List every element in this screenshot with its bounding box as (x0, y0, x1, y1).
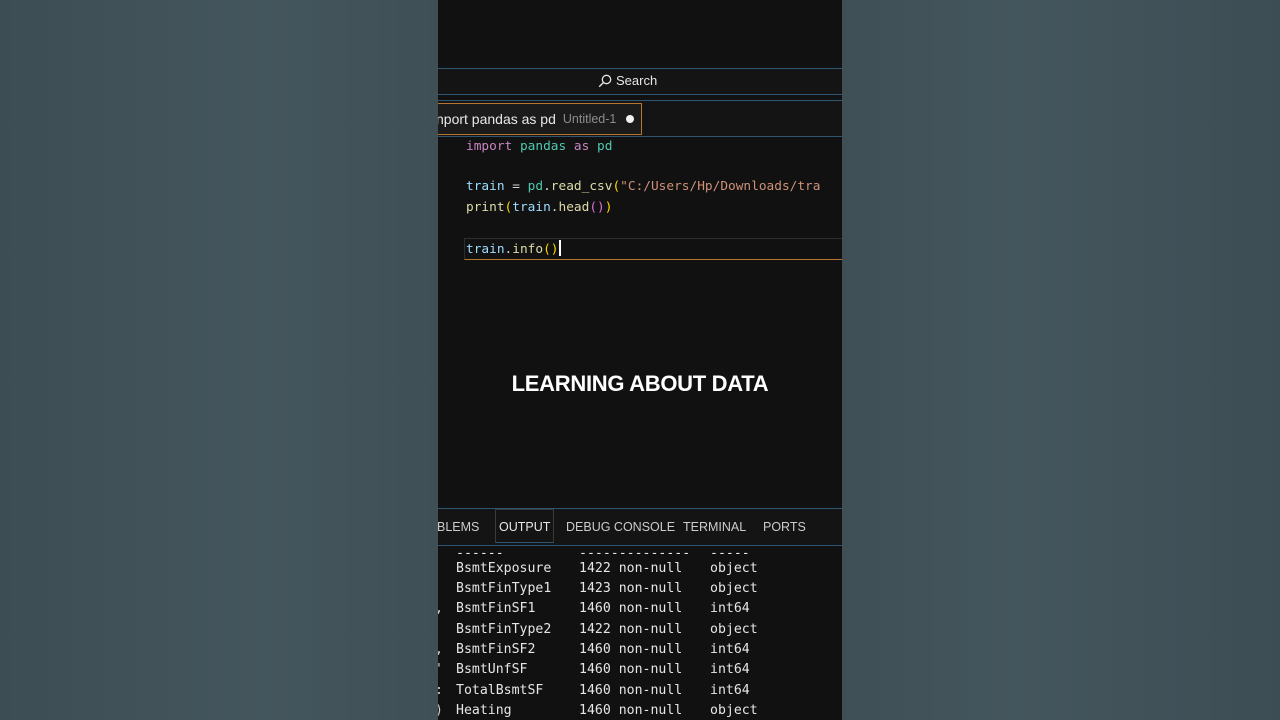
non-null-count: -------------- (579, 546, 691, 561)
dtype: object (710, 561, 758, 576)
tab-subtitle: Untitled-1 (562, 112, 617, 126)
row-index: : (438, 683, 443, 698)
search-icon (598, 74, 612, 88)
column-name: BsmtFinType2 (456, 622, 552, 637)
search-box[interactable]: Search (598, 73, 657, 88)
tab-ports[interactable]: PORTS (763, 520, 806, 534)
dtype: object (710, 581, 758, 596)
tab-output[interactable]: OUTPUT (495, 509, 555, 543)
non-null-count: 1460 non-null (579, 703, 683, 718)
code-line-1: import pandas as pd (466, 139, 613, 154)
non-null-count: 1460 non-null (579, 642, 683, 657)
row-index: ) (438, 703, 443, 718)
column-name: BsmtFinSF2 (456, 642, 536, 657)
text-cursor (558, 240, 561, 256)
dtype: object (710, 622, 758, 637)
non-null-count: 1422 non-null (579, 622, 683, 637)
dtype: object (710, 703, 758, 718)
tab-title: nport pandas as pd (438, 111, 556, 127)
dtype: ----- (710, 546, 750, 561)
output-panel[interactable]: ------ -------------- ----- BsmtExposure 142… (438, 546, 842, 720)
code-editor[interactable]: import pandas as pd train = pd.read_csv(… (438, 138, 842, 508)
non-null-count: 1422 non-null (579, 561, 683, 576)
background-left (0, 0, 438, 720)
background-right (842, 0, 1280, 720)
non-null-count: 1460 non-null (579, 601, 683, 616)
column-name: BsmtFinSF1 (456, 601, 536, 616)
dtype: int64 (710, 642, 750, 657)
video-caption: LEARNING ABOUT DATA (511, 371, 769, 396)
column-name: BsmtFinType1 (456, 581, 552, 596)
column-name: Heating (456, 703, 512, 718)
column-name: ------ (456, 546, 504, 561)
tab-problems[interactable]: BLEMS (438, 520, 479, 534)
tab-debug-console[interactable]: DEBUG CONSOLE (566, 520, 675, 534)
row-index: ' (438, 662, 443, 677)
search-label: Search (616, 73, 658, 88)
panel-tab-bar: BLEMS OUTPUT DEBUG CONSOLE TERMINAL PORT… (438, 508, 842, 546)
tab-terminal[interactable]: TERMINAL (683, 520, 746, 534)
dtype: int64 (710, 601, 750, 616)
column-name: BsmtUnfSF (456, 662, 528, 677)
code-line-3: train = pd.read_csv("C:/Users/Hp/Downloa… (466, 179, 821, 194)
non-null-count: 1423 non-null (579, 581, 683, 596)
dtype: int64 (710, 683, 750, 698)
editor-window: Search nport pandas as pd Untitled-1 imp… (438, 0, 842, 720)
column-name: TotalBsmtSF (456, 683, 544, 698)
code-line-4: print(train.head()) (466, 200, 613, 215)
title-bar: Search (438, 68, 842, 95)
non-null-count: 1460 non-null (579, 662, 683, 677)
editor-tab-untitled-1[interactable]: nport pandas as pd Untitled-1 (438, 103, 642, 135)
row-index: , (438, 642, 443, 657)
tab-bar: nport pandas as pd Untitled-1 (438, 100, 842, 137)
code-line-6: train.info() (466, 240, 561, 257)
non-null-count: 1460 non-null (579, 683, 683, 698)
dtype: int64 (710, 662, 750, 677)
row-index: , (438, 601, 443, 616)
column-name: BsmtExposure (456, 561, 552, 576)
unsaved-dot-icon[interactable] (626, 115, 635, 123)
